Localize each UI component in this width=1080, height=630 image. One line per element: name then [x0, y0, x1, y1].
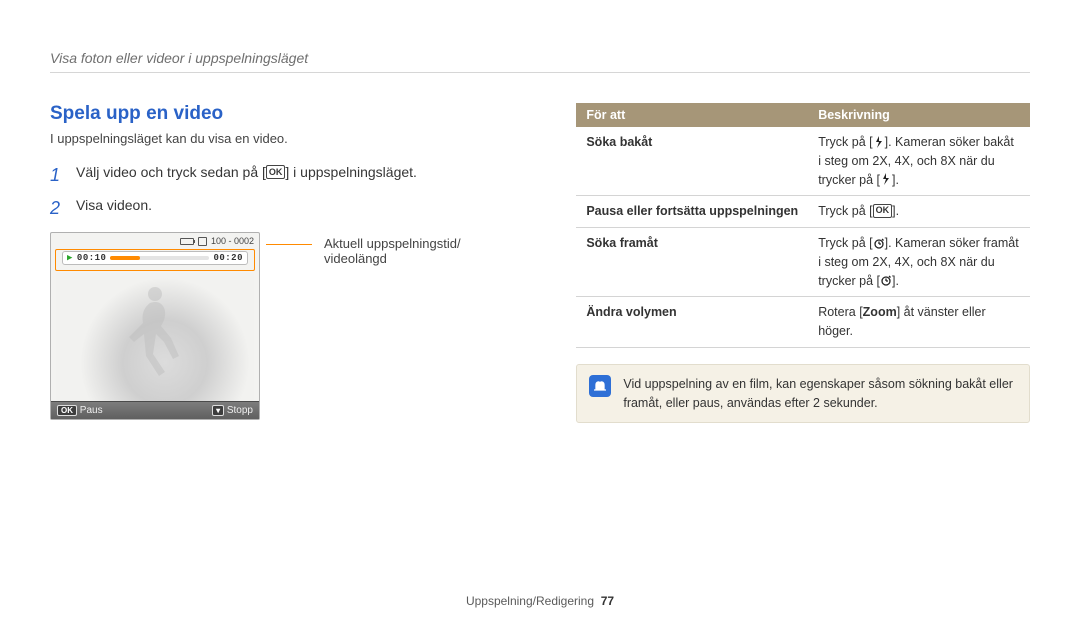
row-label: Pausa eller fortsätta uppspelningen: [576, 196, 808, 228]
breadcrumb: Visa foton eller videor i uppspelningslä…: [50, 50, 1030, 73]
stop-control: ▾ Stopp: [212, 405, 253, 416]
time-bar: ▶ 00:10 00:20: [62, 251, 248, 265]
footer-page: 77: [601, 594, 614, 608]
table-row: Söka framåt Tryck på []. Kameran söker f…: [576, 228, 1030, 297]
callout-caption: Aktuell uppspelningstid/ videolängd: [324, 232, 461, 420]
row-desc: Tryck på []. Kameran söker framåt i steg…: [808, 228, 1030, 297]
t: Rotera [: [818, 305, 862, 319]
page-footer: Uppspelning/Redigering 77: [0, 594, 1080, 608]
t: Tryck på [: [818, 204, 872, 218]
content-columns: Spela upp en video I uppspelningsläget k…: [50, 103, 1030, 423]
step-text-before: Välj video och tryck sedan på [: [76, 164, 266, 180]
row-label: Ändra volymen: [576, 297, 808, 348]
t: ].: [892, 173, 899, 187]
row-desc: Tryck på [OK].: [808, 196, 1030, 228]
stop-label: Stopp: [227, 405, 253, 416]
t: Tryck på [: [818, 236, 872, 250]
table-row: Pausa eller fortsätta uppspelningen Tryc…: [576, 196, 1030, 228]
info-text: Vid uppspelning av en film, kan egenskap…: [623, 375, 1017, 413]
play-icon: ▶: [67, 253, 73, 263]
timer-icon: [880, 274, 892, 286]
th-description: Beskrivning: [808, 103, 1030, 127]
footer-section: Uppspelning/Redigering: [466, 594, 594, 608]
right-column: För att Beskrivning Söka bakåt Tryck på …: [576, 103, 1030, 423]
callout-line1: Aktuell uppspelningstid/: [324, 236, 461, 251]
info-note: Vid uppspelning av en film, kan egenskap…: [576, 364, 1030, 424]
t: ].: [892, 274, 899, 288]
battery-icon: [180, 236, 194, 246]
camera-top-bar: 100 - 0002: [51, 233, 259, 249]
row-desc: Rotera [Zoom] åt vänster eller höger.: [808, 297, 1030, 348]
ok-icon: OK: [266, 165, 286, 179]
t: ].: [892, 204, 899, 218]
camera-bottom-bar: OK Paus ▾ Stopp: [51, 401, 259, 419]
camera-preview: 100 - 0002 ▶ 00:10 00:20: [50, 232, 260, 420]
step-text: Välj video och tryck sedan på [OK] i upp…: [76, 162, 526, 189]
callout-line2: videolängd: [324, 251, 461, 266]
row-desc: Tryck på []. Kameran söker bakåt i steg …: [808, 127, 1030, 196]
step-text: Visa videon.: [76, 195, 526, 222]
ok-key-icon: OK: [57, 405, 77, 416]
step-number: 1: [50, 162, 66, 189]
table-header-row: För att Beskrivning: [576, 103, 1030, 127]
callout-leader-line: [272, 232, 312, 420]
t: Tryck på [: [818, 135, 872, 149]
progress-track: [110, 256, 209, 260]
camera-video-area: [56, 273, 254, 401]
time-total: 00:20: [213, 253, 243, 263]
image-counter: 100 - 0002: [211, 236, 254, 246]
table-row: Söka bakåt Tryck på []. Kameran söker ba…: [576, 127, 1030, 196]
section-intro: I uppspelningsläget kan du visa en video…: [50, 131, 526, 146]
th-action: För att: [576, 103, 808, 127]
controls-table: För att Beskrivning Söka bakåt Tryck på …: [576, 103, 1030, 348]
step-text-after: ] i uppspelningsläget.: [285, 164, 417, 180]
step-2: 2 Visa videon.: [50, 195, 526, 222]
time-bar-highlight: ▶ 00:10 00:20: [55, 249, 255, 271]
page: Visa foton eller videor i uppspelningslä…: [0, 0, 1080, 630]
step-number: 2: [50, 195, 66, 222]
timer-icon: [873, 237, 885, 249]
step-1: 1 Välj video och tryck sedan på [OK] i u…: [50, 162, 526, 189]
down-key-icon: ▾: [212, 405, 224, 416]
pause-control: OK Paus: [57, 405, 103, 416]
row-label: Söka bakåt: [576, 127, 808, 196]
info-icon: [589, 375, 611, 397]
sd-icon: [198, 236, 207, 246]
media-row: 100 - 0002 ▶ 00:10 00:20: [50, 232, 526, 420]
left-column: Spela upp en video I uppspelningsläget k…: [50, 103, 526, 423]
dancer-silhouette-icon: [120, 283, 190, 393]
row-label: Söka framåt: [576, 228, 808, 297]
table-row: Ändra volymen Rotera [Zoom] åt vänster e…: [576, 297, 1030, 348]
pause-label: Paus: [80, 405, 103, 416]
section-title: Spela upp en video: [50, 103, 526, 125]
flash-icon: [873, 136, 885, 148]
zoom-label: Zoom: [863, 305, 897, 319]
flash-icon: [880, 173, 892, 185]
ok-icon: OK: [873, 204, 893, 218]
time-current: 00:10: [77, 253, 107, 263]
